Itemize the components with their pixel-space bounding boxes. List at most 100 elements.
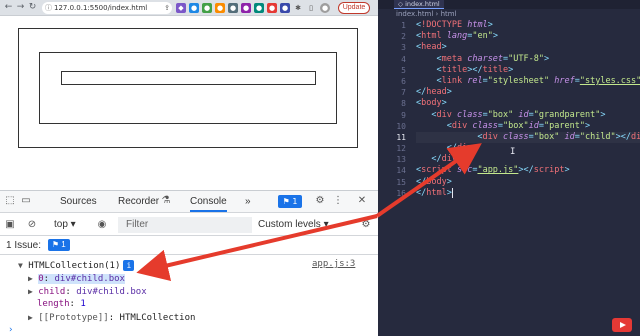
extension-icon[interactable]: ●: [189, 3, 199, 13]
line-number: 3: [401, 43, 406, 53]
issues-bar[interactable]: 1 Issue: ⚑ 1: [0, 237, 378, 255]
gear-icon[interactable]: ⚙: [360, 219, 372, 231]
extension-icon[interactable]: ●: [228, 3, 238, 13]
expand-triangle-icon[interactable]: ▶: [28, 274, 33, 283]
devtools-panel: ⬚ ▭ Sources Recorder ⚗ Console » ⚑ 1 ⚙ ⋮…: [0, 190, 378, 336]
line-number: 11: [396, 132, 406, 142]
code-line: <!DOCTYPE html>: [416, 20, 493, 30]
code-line: <title></title>: [436, 64, 514, 75]
code-line: <head>: [416, 42, 447, 53]
tab-recorder[interactable]: Recorder: [118, 196, 159, 207]
code-line: <html lang="en">: [416, 31, 498, 42]
extension-icon[interactable]: ●: [254, 3, 264, 13]
extension-icon[interactable]: ●: [280, 3, 290, 13]
collection-row[interactable]: ▼ HTMLCollection(1) i: [18, 259, 135, 272]
line-number: 7: [401, 88, 406, 98]
extension-icon[interactable]: ◆: [176, 3, 186, 13]
code-line: </div>: [446, 143, 478, 154]
grandparent-box: [18, 28, 358, 148]
property-row: length: 1: [37, 299, 86, 309]
collection-label: HTMLCollection(1): [28, 261, 121, 271]
gear-icon[interactable]: ⚙: [314, 195, 326, 207]
code-line: <div class="box" id="grandparent">: [431, 109, 606, 120]
item-value: div#child.box: [54, 274, 125, 284]
puzzle-icon[interactable]: ✱: [293, 3, 303, 13]
extension-icon[interactable]: ●: [202, 3, 212, 13]
code-line: <link rel="stylesheet" href="styles.css"…: [436, 75, 640, 86]
devtools-tabbar: ⬚ ▭ Sources Recorder ⚗ Console » ⚑ 1 ⚙ ⋮…: [0, 191, 378, 213]
clear-console-icon[interactable]: ⊘: [26, 219, 38, 231]
avatar[interactable]: ●: [320, 3, 330, 13]
line-number: 5: [401, 65, 406, 75]
console-filter-bar: ▣ ⊘ top ▾ ◉ Filter Custom levels ▾ ⚙: [0, 214, 378, 236]
kebab-menu-icon[interactable]: ⋮: [332, 195, 344, 207]
code-line: </body>: [416, 176, 452, 187]
extension-icon[interactable]: ●: [241, 3, 251, 13]
inspect-icon[interactable]: ⬚: [4, 195, 16, 207]
console-prompt[interactable]: ›: [8, 324, 13, 336]
share-icon[interactable]: ⇪: [162, 3, 172, 13]
context-select[interactable]: top ▾: [54, 219, 76, 230]
line-number: 14: [396, 166, 406, 176]
issues-count-badge[interactable]: ⚑ 1: [278, 195, 302, 208]
extension-icon[interactable]: ●: [215, 3, 225, 13]
sidepanel-icon[interactable]: ▯: [306, 3, 316, 13]
child-box: [61, 71, 316, 85]
property-key: [[Prototype]]: [38, 313, 109, 323]
property-row[interactable]: ▶ [[Prototype]]: HTMLCollection: [28, 311, 195, 324]
code-line: <body>: [416, 98, 447, 109]
code-line: </head>: [416, 87, 452, 98]
line-number: 10: [396, 121, 406, 131]
line-number: 16: [396, 188, 406, 198]
code-area[interactable]: <!DOCTYPE html> <html lang="en"> <head> …: [416, 20, 640, 199]
editor-tab[interactable]: ◇ index.html: [394, 0, 444, 9]
issues-badge[interactable]: ⚑ 1: [47, 239, 70, 252]
expand-triangle-icon[interactable]: ▶: [28, 287, 33, 296]
update-button[interactable]: Update: [338, 2, 370, 14]
forward-icon[interactable]: →: [15, 2, 26, 13]
issues-text: 1 Issue:: [6, 240, 42, 251]
eye-icon[interactable]: ◉: [96, 219, 108, 231]
browser-window: ← → ↻ ⓘ 127.0.0.1:5500/index.html ⇪ ◆ ● …: [0, 0, 378, 336]
text-cursor-icon: I: [510, 147, 516, 157]
back-icon[interactable]: ←: [3, 2, 14, 13]
address-bar[interactable]: ⓘ 127.0.0.1:5500/index.html: [42, 2, 172, 14]
property-row[interactable]: ▶ child: div#child.box: [28, 285, 147, 298]
tab-sources[interactable]: Sources: [60, 196, 97, 207]
property-value: div#child.box: [76, 287, 147, 297]
device-icon[interactable]: ▭: [20, 195, 32, 207]
source-link[interactable]: app.js:3: [312, 259, 355, 269]
property-key: child: [38, 287, 66, 297]
sidebar-toggle-icon[interactable]: ▣: [4, 219, 16, 231]
breadcrumb[interactable]: index.html › html: [396, 10, 457, 18]
filter-input[interactable]: Filter: [118, 217, 252, 233]
close-icon[interactable]: ✕: [356, 195, 368, 207]
line-number: 9: [401, 110, 406, 120]
tab-console[interactable]: Console: [190, 196, 227, 212]
youtube-logo-icon: [612, 318, 632, 332]
address-text: 127.0.0.1:5500/index.html: [54, 4, 148, 12]
log-levels-select[interactable]: Custom levels ▾: [258, 219, 329, 230]
collection-item-row[interactable]: ▶ 0: div#child.box: [28, 272, 125, 285]
code-line: </div>: [431, 154, 463, 165]
parent-box: [39, 52, 337, 124]
more-tabs-button[interactable]: »: [245, 196, 251, 207]
browser-toolbar: ← → ↻ ⓘ 127.0.0.1:5500/index.html ⇪ ◆ ● …: [0, 0, 378, 16]
code-line: <div class="box"id="parent">: [446, 120, 591, 131]
line-number: 13: [396, 155, 406, 165]
console-output: ▼ HTMLCollection(1) i app.js:3 ▶ 0: div#c…: [0, 257, 378, 336]
extension-icon[interactable]: ●: [267, 3, 277, 13]
item-key: 0: [38, 274, 44, 284]
reload-icon[interactable]: ↻: [27, 2, 38, 13]
expand-triangle-icon[interactable]: ▶: [28, 313, 33, 322]
line-number: 12: [396, 144, 406, 154]
line-number: 4: [401, 54, 406, 64]
line-number: 8: [401, 99, 406, 109]
expand-triangle-icon[interactable]: ▼: [18, 261, 23, 270]
code-line: <script src="app.js"></script>: [416, 165, 570, 176]
line-numbers: 1 2 3 4 5 6 7 8 9 10 11 12 13 14 15 16: [378, 20, 410, 199]
info-icon: i: [123, 260, 135, 271]
property-value: HTMLCollection: [119, 313, 196, 323]
info-icon: ⓘ: [45, 4, 52, 12]
code-editor: ◇ index.html index.html › html 123456789…: [378, 0, 640, 336]
